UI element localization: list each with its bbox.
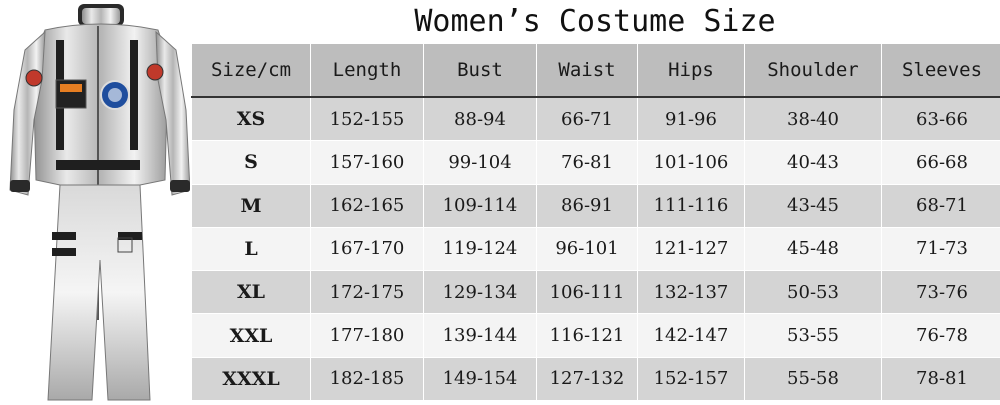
waist-cell: 96-101 — [536, 226, 638, 272]
hips-cell: 91-96 — [637, 96, 745, 142]
header-size: Size/cm — [191, 43, 311, 98]
bust-cell: 139-144 — [423, 313, 537, 358]
sleeves-cell: 76-78 — [881, 313, 1000, 358]
shoulder-cell: 38-40 — [744, 96, 882, 142]
header-length: Length — [310, 43, 424, 98]
hips-cell: 132-137 — [637, 270, 745, 315]
header-hips: Hips — [637, 43, 745, 98]
header-bust: Bust — [423, 43, 537, 98]
table-row: XXXL 182-185 149-154 127-132 152-157 55-… — [191, 356, 1000, 402]
length-cell: 152-155 — [310, 96, 424, 142]
size-table: Size/cm Length Bust Waist Hips Shoulder … — [191, 43, 1000, 402]
shoulder-cell: 43-45 — [744, 183, 882, 228]
table-row: XL 172-175 129-134 106-111 132-137 50-53… — [191, 270, 1000, 315]
size-cell: L — [191, 226, 311, 272]
size-cell: XXL — [191, 313, 311, 358]
size-cell: S — [191, 140, 311, 185]
shoulder-cell: 55-58 — [744, 356, 882, 402]
hips-cell: 111-116 — [637, 183, 745, 228]
shoulder-cell: 40-43 — [744, 140, 882, 185]
bust-cell: 88-94 — [423, 96, 537, 142]
header-sleeves: Sleeves — [881, 43, 1000, 98]
table-row: XXL 177-180 139-144 116-121 142-147 53-5… — [191, 313, 1000, 358]
hips-cell: 101-106 — [637, 140, 745, 185]
sleeves-cell: 66-68 — [881, 140, 1000, 185]
size-cell: XXXL — [191, 356, 311, 402]
bust-cell: 119-124 — [423, 226, 537, 272]
page: Women’s Costume Size Size/cm Length Bust… — [0, 0, 1000, 405]
table-row: M 162-165 109-114 86-91 111-116 43-45 68… — [191, 183, 1000, 228]
belt-shape — [56, 160, 140, 170]
hips-cell: 121-127 — [637, 226, 745, 272]
bust-cell: 99-104 — [423, 140, 537, 185]
length-cell: 157-160 — [310, 140, 424, 185]
waist-cell: 86-91 — [536, 183, 638, 228]
bust-cell: 109-114 — [423, 183, 537, 228]
sleeves-cell: 73-76 — [881, 270, 1000, 315]
length-cell: 182-185 — [310, 356, 424, 402]
flag-patch-icon — [25, 69, 43, 87]
shoulder-cell: 53-55 — [744, 313, 882, 358]
length-cell: 177-180 — [310, 313, 424, 358]
astronaut-costume-image — [9, 4, 190, 401]
waist-cell: 76-81 — [536, 140, 638, 185]
size-cell: XL — [191, 270, 311, 315]
header-shoulder: Shoulder — [744, 43, 882, 98]
hips-cell: 142-147 — [637, 313, 745, 358]
waist-cell: 127-132 — [536, 356, 638, 402]
waist-cell: 106-111 — [536, 270, 638, 315]
table-row: XS 152-155 88-94 66-71 91-96 38-40 63-66 — [191, 96, 1000, 142]
shoulder-cell: 50-53 — [744, 270, 882, 315]
table-header-row: Size/cm Length Bust Waist Hips Shoulder … — [191, 43, 1000, 98]
size-cell: XS — [191, 96, 311, 142]
sleeves-cell: 63-66 — [881, 96, 1000, 142]
sleeves-cell: 71-73 — [881, 226, 1000, 272]
waist-cell: 116-121 — [536, 313, 638, 358]
shoulder-cell: 45-48 — [744, 226, 882, 272]
bust-cell: 129-134 — [423, 270, 537, 315]
page-title: Women’s Costume Size — [414, 4, 776, 39]
sleeves-cell: 78-81 — [881, 356, 1000, 402]
table-row: L 167-170 119-124 96-101 121-127 45-48 7… — [191, 226, 1000, 272]
length-cell: 162-165 — [310, 183, 424, 228]
length-cell: 167-170 — [310, 226, 424, 272]
size-cell: M — [191, 183, 311, 228]
waist-cell: 66-71 — [536, 96, 638, 142]
header-waist: Waist — [536, 43, 638, 98]
sleeves-cell: 68-71 — [881, 183, 1000, 228]
length-cell: 172-175 — [310, 270, 424, 315]
hips-cell: 152-157 — [637, 356, 745, 402]
table-row: S 157-160 99-104 76-81 101-106 40-43 66-… — [191, 140, 1000, 185]
bust-cell: 149-154 — [423, 356, 537, 402]
